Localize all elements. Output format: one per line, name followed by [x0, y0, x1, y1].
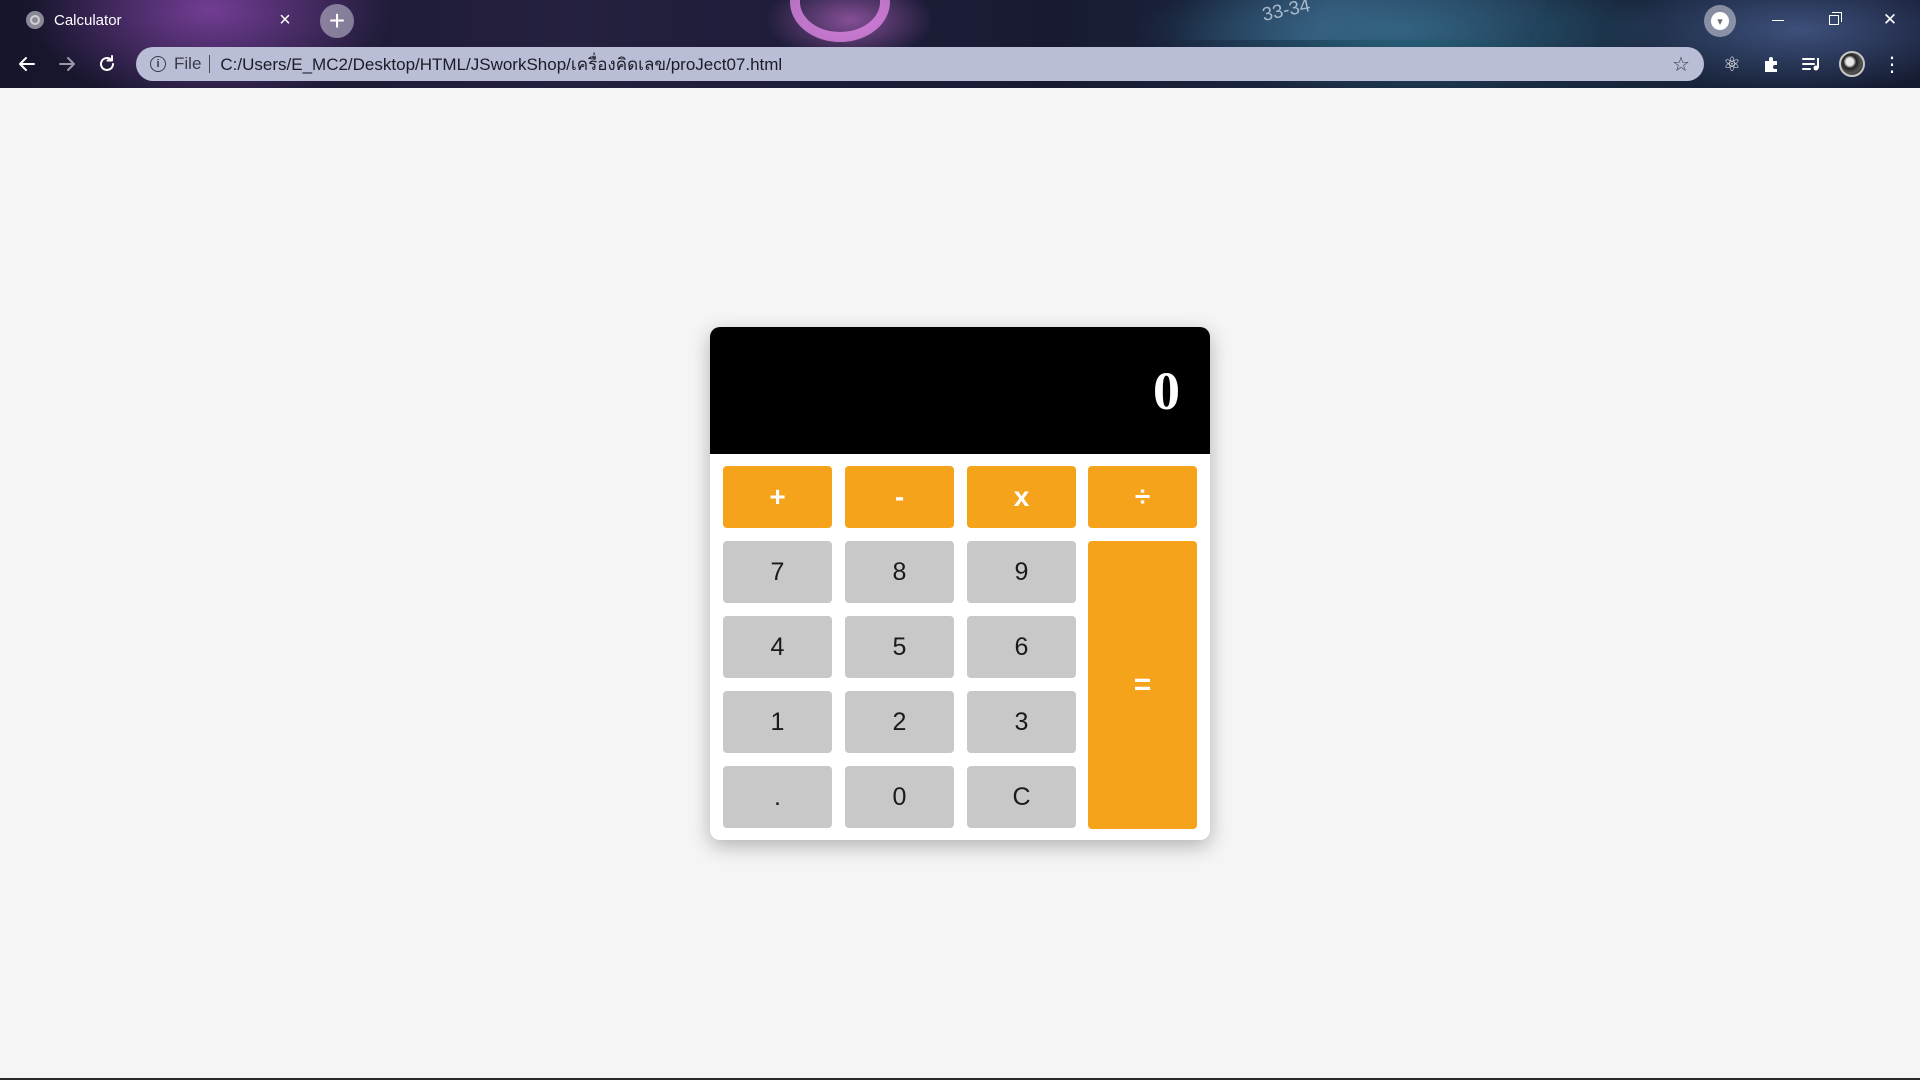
avatar: [1839, 51, 1865, 77]
minimize-button[interactable]: [1750, 0, 1806, 40]
digit-4-button[interactable]: 4: [723, 616, 832, 678]
digit-1-button[interactable]: 1: [723, 691, 832, 753]
digit-6-button[interactable]: 6: [967, 616, 1076, 678]
back-arrow-icon: [19, 57, 35, 71]
media-control-icon[interactable]: [1796, 48, 1828, 80]
minimize-icon: [1772, 19, 1784, 21]
address-url[interactable]: C:/Users/E_MC2/Desktop/HTML/JSworkShop/เ…: [220, 51, 1666, 78]
background-art-panel: [1172, 0, 1548, 40]
profile-avatar-button[interactable]: [1836, 48, 1868, 80]
digit-7-button[interactable]: 7: [723, 541, 832, 603]
reload-icon: [100, 55, 114, 71]
restore-icon: [1829, 12, 1842, 25]
tab-title: Calculator: [54, 11, 122, 29]
maximize-button[interactable]: [1806, 0, 1862, 40]
chevron-down-icon: ▾: [1711, 12, 1729, 30]
puzzle-icon: [1765, 57, 1777, 72]
digit-5-button[interactable]: 5: [845, 616, 954, 678]
tab-calculator[interactable]: Calculator ×: [10, 0, 310, 40]
tab-search-button[interactable]: ▾: [1704, 5, 1736, 37]
forward-button[interactable]: [51, 48, 83, 80]
browser-menu-icon[interactable]: ⋮: [1876, 48, 1908, 80]
reload-button[interactable]: [91, 48, 123, 80]
extensions-puzzle-icon[interactable]: [1756, 48, 1788, 80]
close-tab-icon[interactable]: ×: [274, 9, 296, 31]
digit-0-button[interactable]: 0: [845, 766, 954, 828]
digit-8-button[interactable]: 8: [845, 541, 954, 603]
background-art-ring: [790, 0, 890, 42]
close-window-button[interactable]: ✕: [1862, 0, 1918, 40]
new-tab-button[interactable]: +: [320, 4, 354, 38]
react-devtools-icon[interactable]: ⚛: [1716, 48, 1748, 80]
minus-button[interactable]: -: [845, 466, 954, 528]
address-scheme-label: File: [174, 54, 202, 73]
address-bar[interactable]: i File C:/Users/E_MC2/Desktop/HTML/JSwor…: [136, 47, 1704, 81]
playlist-icon: [1802, 58, 1819, 71]
decimal-button[interactable]: .: [723, 766, 832, 828]
divide-button[interactable]: ÷: [1088, 466, 1197, 528]
calculator-display: 0: [710, 327, 1210, 454]
multiply-button[interactable]: x: [967, 466, 1076, 528]
plus-button[interactable]: +: [723, 466, 832, 528]
digit-3-button[interactable]: 3: [967, 691, 1076, 753]
digit-2-button[interactable]: 2: [845, 691, 954, 753]
address-separator: [209, 55, 211, 73]
forward-arrow-icon: [59, 57, 75, 71]
back-button[interactable]: [11, 48, 43, 80]
clear-button[interactable]: C: [967, 766, 1076, 828]
globe-icon: [26, 11, 44, 29]
digit-9-button[interactable]: 9: [967, 541, 1076, 603]
equals-button[interactable]: =: [1088, 541, 1197, 829]
bookmark-star-icon[interactable]: ☆: [1666, 49, 1696, 79]
background-art-number: 33-34: [1260, 0, 1313, 26]
info-icon[interactable]: i: [150, 56, 166, 72]
calculator-keypad: + - x ÷ 7 8 9 = 4 5 6 1 2 3 . 0 C: [710, 454, 1210, 840]
page-content: 0 + - x ÷ 7 8 9 = 4 5 6 1 2 3 . 0 C: [0, 88, 1920, 1078]
browser-chrome: 33-34 Calculator × + ▾ ✕ i File C:/Users…: [0, 0, 1920, 88]
calculator: 0 + - x ÷ 7 8 9 = 4 5 6 1 2 3 . 0 C: [710, 327, 1210, 840]
